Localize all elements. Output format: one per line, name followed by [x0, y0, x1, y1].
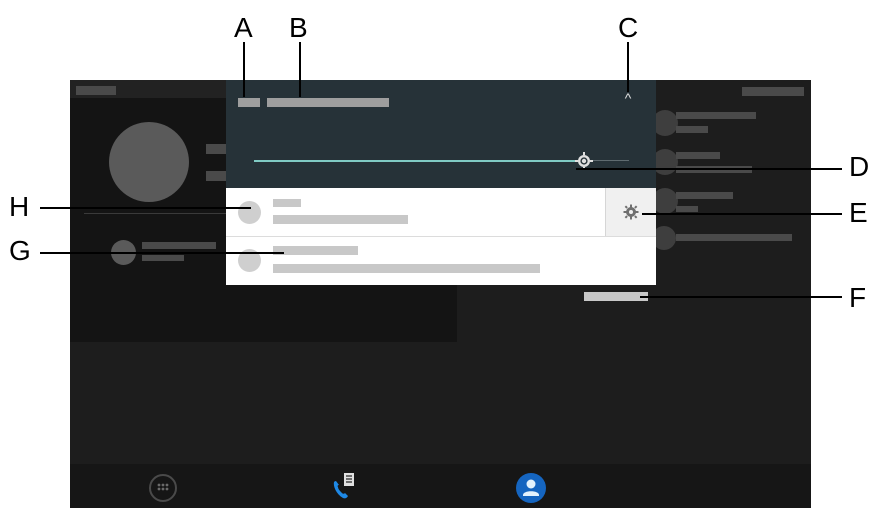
list-item-text	[142, 242, 216, 249]
list-item[interactable]	[652, 149, 796, 179]
slider-track-filled	[254, 160, 575, 162]
callout-h: H	[9, 191, 30, 222]
name-text-2	[206, 171, 226, 181]
callout-a: A	[234, 12, 253, 43]
notification-card[interactable]	[226, 237, 656, 285]
leader-line-c	[627, 42, 629, 92]
notification-settings-button[interactable]	[605, 188, 656, 236]
leader-line-e	[642, 213, 842, 215]
left-header-text	[76, 86, 116, 95]
name-text-1	[206, 144, 226, 154]
show-more-button[interactable]	[584, 292, 648, 301]
callout-f: F	[849, 282, 867, 313]
list-item-subtext	[676, 206, 698, 212]
dialpad-icon	[157, 483, 169, 491]
list-item[interactable]	[652, 226, 796, 252]
brightness-slider[interactable]	[254, 152, 629, 170]
leader-line-a	[243, 42, 245, 97]
notification-text	[273, 264, 540, 273]
list-item[interactable]	[652, 110, 796, 140]
slider-track-empty	[593, 160, 629, 161]
right-header-text	[742, 87, 804, 96]
quick-settings-panel: ^	[226, 80, 656, 188]
phone-log-icon	[333, 473, 354, 499]
panel-title	[267, 98, 389, 107]
collapse-button[interactable]: ^	[620, 90, 636, 106]
list-item-subtext	[142, 255, 184, 261]
leader-line-d	[576, 168, 842, 170]
notification-title	[273, 199, 301, 207]
bottom-nav	[70, 464, 811, 508]
leader-line-h	[40, 207, 251, 209]
callout-e: E	[849, 197, 868, 228]
list-item-text	[676, 152, 720, 159]
panel-title-short	[238, 98, 260, 107]
list-item-text	[676, 112, 756, 119]
contacts-tab[interactable]	[516, 473, 546, 503]
callout-g: G	[9, 235, 31, 266]
notification-icon	[238, 201, 261, 224]
list-item-text	[676, 192, 733, 199]
dialpad-button[interactable]	[149, 474, 177, 502]
list-item-text	[676, 234, 792, 241]
notification-card[interactable]	[226, 188, 656, 237]
callout-b: B	[289, 12, 308, 43]
leader-line-b	[299, 42, 301, 97]
notification-text	[273, 215, 408, 224]
person-icon	[523, 479, 539, 496]
divider	[84, 213, 226, 214]
callout-c: C	[618, 12, 639, 43]
calls-tab[interactable]	[330, 472, 360, 502]
leader-line-f	[640, 296, 842, 298]
avatar	[109, 122, 189, 202]
gear-icon	[623, 204, 639, 220]
callout-d: D	[849, 151, 870, 182]
notification-title	[273, 246, 358, 255]
leader-line-g	[40, 252, 284, 254]
list-item-subtext	[676, 126, 708, 133]
